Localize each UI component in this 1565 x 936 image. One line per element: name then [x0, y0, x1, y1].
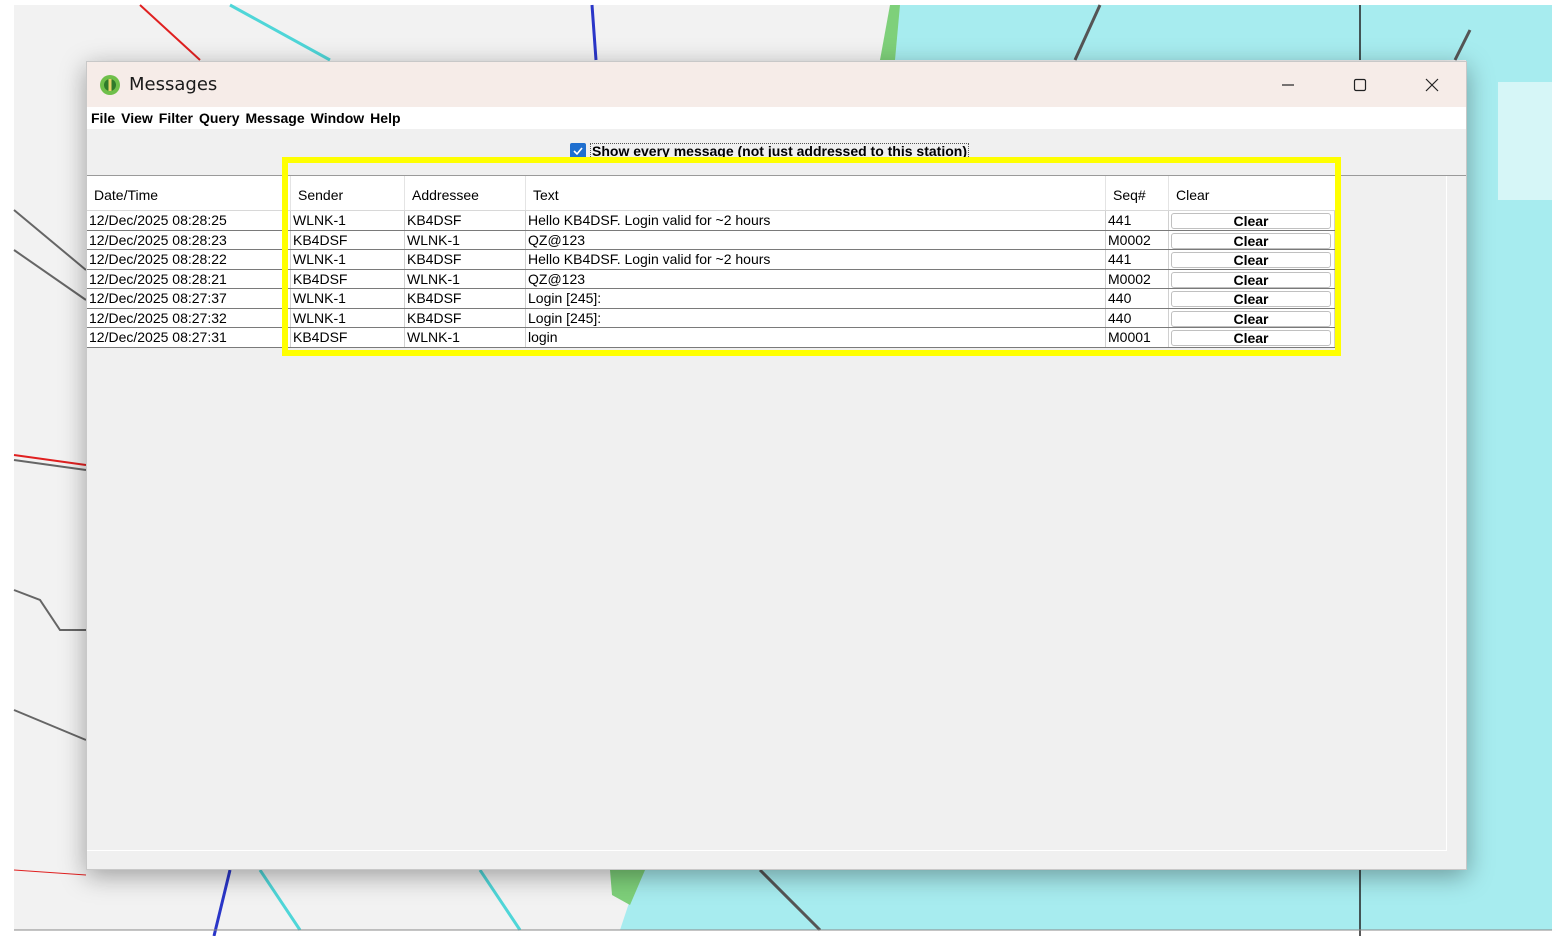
cell-seq: 440	[1106, 289, 1169, 308]
menu-view[interactable]: View	[121, 110, 158, 126]
clear-button[interactable]: Clear	[1171, 330, 1331, 346]
column-header-seq[interactable]: Seq#	[1106, 176, 1169, 210]
title-bar[interactable]: Messages	[87, 62, 1466, 107]
cell-clear: Clear	[1169, 328, 1335, 347]
cell-seq: 441	[1106, 250, 1169, 269]
cell-text: login	[526, 328, 1106, 347]
table-row[interactable]: 12/Dec/2025 08:27:37 WLNK-1 KB4DSF Login…	[87, 289, 1335, 309]
cell-clear: Clear	[1169, 308, 1335, 327]
table-row[interactable]: 12/Dec/2025 08:28:25 WLNK-1 KB4DSF Hello…	[87, 211, 1335, 231]
show-all-checkbox[interactable]: Show every message (not just addressed t…	[570, 143, 969, 159]
column-header-sender[interactable]: Sender	[291, 176, 405, 210]
menu-help[interactable]: Help	[370, 110, 405, 126]
cell-seq: M0001	[1106, 328, 1169, 347]
cell-addressee: KB4DSF	[405, 289, 526, 308]
table-row[interactable]: 12/Dec/2025 08:27:32 WLNK-1 KB4DSF Login…	[87, 308, 1335, 328]
cell-addressee: KB4DSF	[405, 308, 526, 327]
clear-button[interactable]: Clear	[1171, 232, 1331, 249]
cell-text: Hello KB4DSF. Login valid for ~2 hours	[526, 211, 1106, 230]
messages-window: Messages File View Filter Query Message …	[86, 61, 1467, 870]
cell-sender: KB4DSF	[291, 269, 405, 288]
menu-file[interactable]: File	[91, 110, 120, 126]
cell-datetime: 12/Dec/2025 08:28:25	[87, 211, 291, 230]
cell-datetime: 12/Dec/2025 08:27:32	[87, 308, 291, 327]
window-title: Messages	[129, 74, 218, 95]
column-header-text[interactable]: Text	[526, 176, 1106, 210]
menu-message[interactable]: Message	[245, 110, 309, 126]
cell-datetime: 12/Dec/2025 08:27:37	[87, 289, 291, 308]
menu-bar: File View Filter Query Message Window He…	[87, 107, 1466, 129]
minimize-button[interactable]	[1252, 62, 1324, 107]
column-header-datetime[interactable]: Date/Time	[87, 176, 291, 210]
cell-sender: KB4DSF	[291, 328, 405, 347]
table-row[interactable]: 12/Dec/2025 08:27:31 KB4DSF WLNK-1 login…	[87, 328, 1335, 348]
cell-addressee: WLNK-1	[405, 230, 526, 249]
cell-seq: M0002	[1106, 230, 1169, 249]
close-icon	[1425, 78, 1439, 91]
table-row[interactable]: 12/Dec/2025 08:28:23 KB4DSF WLNK-1 QZ@12…	[87, 230, 1335, 250]
close-button[interactable]	[1396, 62, 1468, 107]
column-header-addressee[interactable]: Addressee	[405, 176, 526, 210]
table-row[interactable]: 12/Dec/2025 08:28:21 KB4DSF WLNK-1 QZ@12…	[87, 269, 1335, 289]
cell-text: QZ@123	[526, 230, 1106, 249]
cell-seq: 441	[1106, 211, 1169, 230]
cell-datetime: 12/Dec/2025 08:28:23	[87, 230, 291, 249]
cell-text: QZ@123	[526, 269, 1106, 288]
clear-button[interactable]: Clear	[1171, 252, 1331, 268]
clear-button[interactable]: Clear	[1171, 291, 1331, 307]
table-header: Date/Time Sender Addressee Text Seq# Cle…	[87, 176, 1335, 211]
cell-text: Login [245]:	[526, 289, 1106, 308]
table-body: 12/Dec/2025 08:28:25 WLNK-1 KB4DSF Hello…	[87, 211, 1335, 348]
cell-sender: KB4DSF	[291, 230, 405, 249]
cell-clear: Clear	[1169, 211, 1335, 230]
cell-sender: WLNK-1	[291, 250, 405, 269]
maximize-button[interactable]	[1324, 62, 1396, 107]
menu-query[interactable]: Query	[199, 110, 244, 126]
filter-panel: Show every message (not just addressed t…	[87, 129, 1466, 176]
column-header-clear[interactable]: Clear	[1169, 176, 1335, 210]
cell-clear: Clear	[1169, 269, 1335, 288]
app-icon	[100, 75, 120, 95]
cell-clear: Clear	[1169, 289, 1335, 308]
clear-button[interactable]: Clear	[1171, 271, 1331, 288]
cell-seq: 440	[1106, 308, 1169, 327]
clear-button[interactable]: Clear	[1171, 310, 1331, 327]
cell-sender: WLNK-1	[291, 211, 405, 230]
table-row[interactable]: 12/Dec/2025 08:28:22 WLNK-1 KB4DSF Hello…	[87, 250, 1335, 270]
cell-seq: M0002	[1106, 269, 1169, 288]
menu-filter[interactable]: Filter	[159, 110, 198, 126]
checkbox-checked-icon[interactable]	[570, 143, 586, 159]
messages-table: Date/Time Sender Addressee Text Seq# Cle…	[87, 176, 1447, 851]
cell-datetime: 12/Dec/2025 08:28:22	[87, 250, 291, 269]
cell-addressee: KB4DSF	[405, 211, 526, 230]
minimize-icon	[1282, 83, 1294, 86]
cell-text: Hello KB4DSF. Login valid for ~2 hours	[526, 250, 1106, 269]
cell-text: Login [245]:	[526, 308, 1106, 327]
maximize-icon	[1353, 78, 1367, 91]
cell-addressee: WLNK-1	[405, 328, 526, 347]
cell-addressee: WLNK-1	[405, 269, 526, 288]
show-all-label: Show every message (not just addressed t…	[590, 143, 969, 159]
cell-datetime: 12/Dec/2025 08:28:21	[87, 269, 291, 288]
cell-sender: WLNK-1	[291, 308, 405, 327]
cell-sender: WLNK-1	[291, 289, 405, 308]
menu-window[interactable]: Window	[311, 110, 370, 126]
clear-button[interactable]: Clear	[1171, 213, 1331, 229]
cell-datetime: 12/Dec/2025 08:27:31	[87, 328, 291, 347]
cell-clear: Clear	[1169, 250, 1335, 269]
cell-clear: Clear	[1169, 230, 1335, 249]
cell-addressee: KB4DSF	[405, 250, 526, 269]
